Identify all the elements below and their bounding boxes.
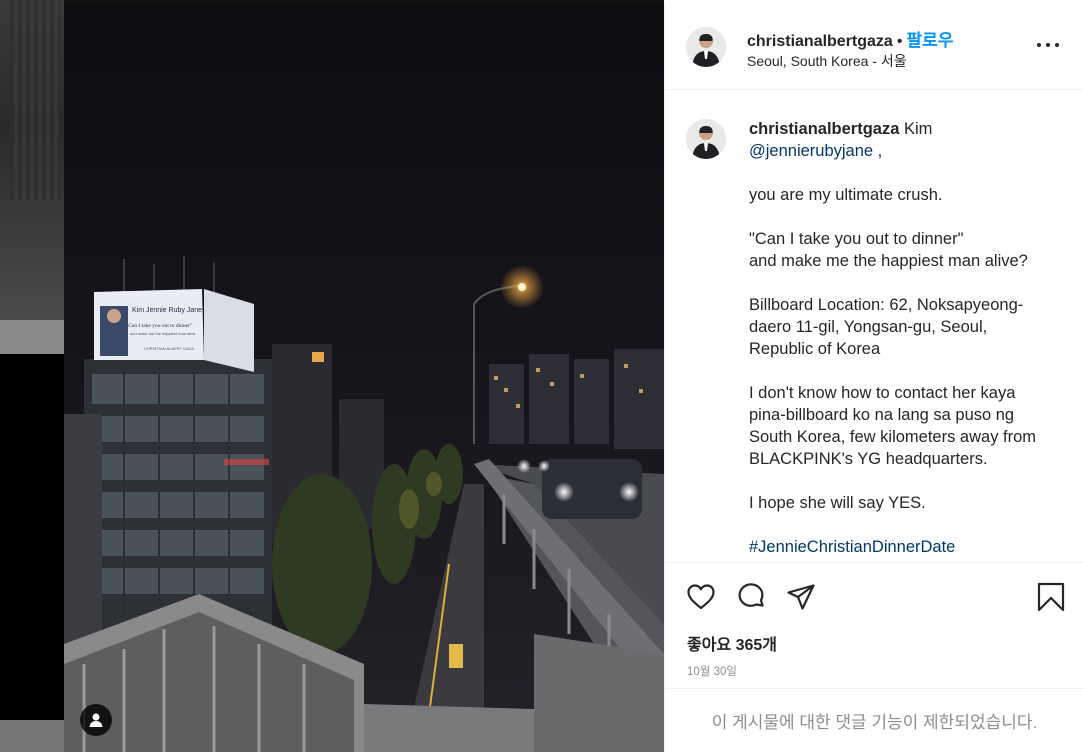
caption-para-line2: pina-billboard ko na lang sa puso ng <box>749 406 1015 424</box>
post-side-panel: christianalbertgaza • 팔로우 Seoul, South Kor… <box>664 4 1083 752</box>
billboard-sign: CHRISTIAN ALBERT GAZA <box>144 346 194 351</box>
follow-button[interactable]: 팔로우 <box>906 31 953 50</box>
billboard-title: Kim Jennie Ruby Jane <box>132 307 202 314</box>
share-icon <box>787 584 815 610</box>
caption-para-line4: BLACKPINK's YG headquarters. <box>749 450 988 468</box>
billboard-sub: and make me the happiest man alive <box>130 331 196 336</box>
night-city-photo: Kim Jennie Ruby Jane "Can I take you out… <box>64 4 664 752</box>
caption-location-line2: daero 11-gil, Yongsan-gu, Seoul, <box>749 318 988 336</box>
background-previous-post <box>0 0 64 752</box>
caption-location-line1: Billboard Location: 62, Noksapyeong- <box>749 296 1024 314</box>
comments-disabled-notice: 이 게시물에 대한 댓글 기능이 제한되었습니다. <box>665 688 1083 752</box>
post-date[interactable]: 10월 30일 <box>687 663 737 679</box>
caption-avatar[interactable] <box>686 119 726 159</box>
billboard-line: "Can I take you out to dinner" <box>126 323 192 329</box>
caption-crush-line: you are my ultimate crush. <box>749 186 943 204</box>
person-icon <box>89 713 103 727</box>
likes-count[interactable]: 좋아요 365개 <box>687 631 777 655</box>
caption-section: christianalbertgaza Kim @jennierubyjane … <box>665 90 1083 564</box>
avatar-image <box>686 27 726 67</box>
author-username[interactable]: christianalbertgaza <box>747 33 893 50</box>
more-dot-icon <box>1046 43 1050 47</box>
caption-location-line3: Republic of Korea <box>749 340 881 358</box>
caption-text: christianalbertgaza Kim @jennierubyjane … <box>749 118 1069 558</box>
author-line: christianalbertgaza • 팔로우 <box>747 26 953 51</box>
more-options-button[interactable] <box>1037 40 1059 50</box>
caption-quote-line2: and make me the happiest man alive? <box>749 252 1028 270</box>
post-location[interactable]: Seoul, South Korea - 서울 <box>747 51 907 71</box>
heart-icon <box>687 584 715 610</box>
post-photo[interactable]: Kim Jennie Ruby Jane "Can I take you out… <box>64 4 664 752</box>
caption-para-line1: I don't know how to contact her kaya <box>749 384 1016 402</box>
more-dot-icon <box>1055 43 1059 47</box>
mention-after: , <box>873 142 883 160</box>
caption-para-line3: South Korea, few kilometers away from <box>749 428 1037 446</box>
save-button[interactable] <box>1035 581 1067 613</box>
caption-username[interactable]: christianalbertgaza <box>749 120 899 138</box>
bookmark-icon <box>1037 582 1065 612</box>
caption-quote-line1: "Can I take you out to dinner" <box>749 230 964 248</box>
caption-line1-rest: Kim <box>899 120 933 138</box>
tagged-people-button[interactable] <box>80 704 112 736</box>
author-avatar[interactable] <box>686 27 726 67</box>
mention-link[interactable]: @jennierubyjane <box>749 142 873 160</box>
separator-dot: • <box>896 33 903 50</box>
comment-icon <box>738 583 764 607</box>
avatar-image <box>686 119 726 159</box>
share-button[interactable] <box>785 581 817 613</box>
hashtag-link[interactable]: #JennieChristianDinnerDate <box>749 538 955 556</box>
comments-disabled-text: 이 게시물에 대한 댓글 기능이 제한되었습니다. <box>711 713 1038 732</box>
like-button[interactable] <box>685 581 717 613</box>
caption-hope-line: I hope she will say YES. <box>749 494 926 512</box>
action-bar: 좋아요 365개 10월 30일 <box>665 562 1083 688</box>
more-dot-icon <box>1037 43 1041 47</box>
comment-button[interactable] <box>735 581 767 613</box>
post-header: christianalbertgaza • 팔로우 Seoul, South Kor… <box>665 4 1083 90</box>
